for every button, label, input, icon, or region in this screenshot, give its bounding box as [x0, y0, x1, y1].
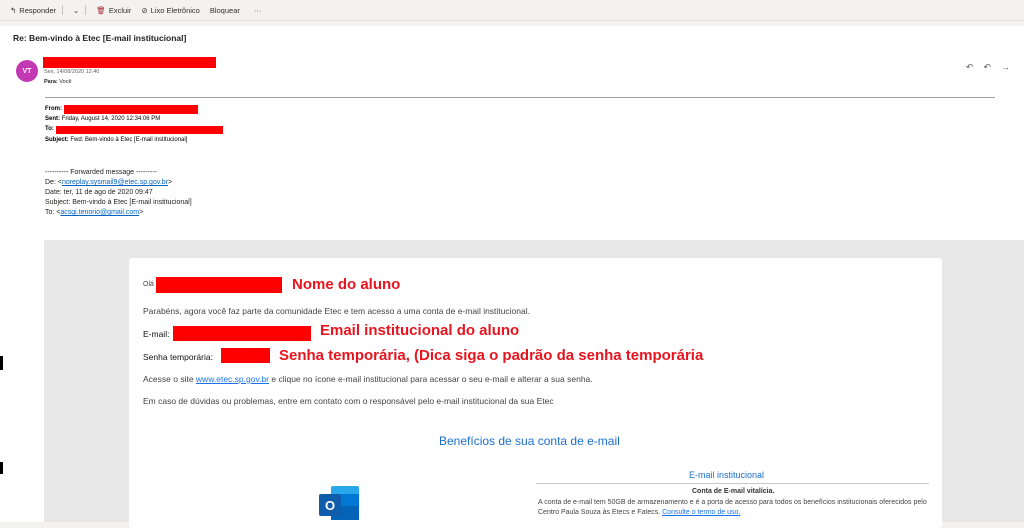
sent-value: Friday, August 14, 2020 12:34:06 PM	[61, 116, 161, 122]
annotation-password: Senha temporária, (Dica siga o padrão da…	[279, 347, 704, 364]
de-label: De: <	[45, 179, 62, 186]
forward-icon[interactable]: →	[1001, 62, 1010, 73]
forwarded-to: To: <acsgi.tenorio@gmail.com>	[45, 208, 192, 218]
greeting: Olá	[143, 281, 154, 288]
edge-mark	[0, 356, 3, 370]
reply-button[interactable]: ↰ Responder	[10, 6, 56, 15]
email-label: E-mail:	[143, 329, 170, 339]
welcome-card: Olá Nome do aluno Parabéns, agora você f…	[129, 258, 942, 528]
email-redacted	[173, 326, 311, 341]
forwarded-date: Date: ter, 11 de ago de 2020 09:47	[45, 189, 153, 196]
access-pre: Acesse o site	[143, 374, 196, 384]
annotation-name: Nome do aluno	[292, 276, 401, 293]
etec-site-link[interactable]: www.etec.sp.gov.br	[196, 374, 269, 384]
recipient-line: Para: Você	[44, 79, 72, 85]
to-label: Para:	[44, 79, 58, 85]
message-actions: ↶ ↶ →	[966, 62, 1010, 73]
inner-sent: Sent: Friday, August 14, 2020 12:34:06 P…	[45, 116, 160, 122]
password-redacted	[221, 348, 270, 363]
more-button[interactable]: ···	[254, 6, 262, 15]
access-text: Acesse o site www.etec.sp.gov.br e cliqu…	[143, 374, 593, 384]
edge-mark	[0, 462, 3, 474]
lifetime-account-text: Conta de E-mail vitalícia.	[692, 488, 775, 495]
junk-label: Lixo Eletrônico	[150, 5, 200, 15]
forwarded-from: De: <noreplay.sysmail9@etec.sp.gov.br>	[45, 178, 192, 188]
junk-button[interactable]: ⊘ Lixo Eletrônico	[141, 6, 200, 15]
to-label: To: <	[45, 209, 61, 216]
congrats-text: Parabéns, agora você faz parte da comuni…	[143, 306, 530, 316]
institutional-email-title: E-mail institucional	[689, 470, 765, 480]
divider	[45, 97, 995, 98]
inner-subject: Subject: Fwd: Bem-vindo à Etec [E-mail i…	[45, 137, 187, 143]
inner-from: From:	[45, 106, 62, 112]
benefits-title: Benefícios de sua conta de e-mail	[439, 434, 620, 448]
to-redacted	[56, 126, 223, 134]
message-date: Sex, 14/08/2020 12:40	[44, 69, 100, 75]
sent-label: Sent:	[45, 116, 60, 122]
svg-text:O: O	[325, 498, 335, 513]
email-body-background: Olá Nome do aluno Parabéns, agora você f…	[44, 240, 1024, 528]
trash-icon: 🗑	[96, 5, 106, 15]
more-icon: ···	[253, 5, 262, 15]
sender-redacted	[43, 57, 216, 68]
forwarded-subject: Subject: Bem-vindo à Etec [E-mail instit…	[45, 199, 192, 206]
email-subject: Re: Bem-vindo à Etec [E-mail institucion…	[13, 33, 187, 43]
divider	[536, 483, 929, 484]
from-redacted	[64, 105, 198, 114]
reply-icon[interactable]: ↶	[966, 62, 974, 73]
reply-all-icon[interactable]: ↶	[983, 62, 991, 73]
block-icon: ⊘	[141, 5, 148, 15]
subject-value: Fwd: Bem-vindo à Etec [E-mail institucio…	[70, 137, 188, 143]
reply-options-button[interactable]: ⌄	[73, 6, 79, 15]
password-label: Senha temporária:	[143, 352, 213, 362]
reply-icon: ↰	[10, 5, 17, 15]
access-post: e clique no ícone e-mail institucional p…	[269, 374, 593, 384]
terms-link[interactable]: Consulte o termo de uso.	[662, 509, 740, 516]
name-redacted	[156, 277, 282, 293]
recipient-email-link[interactable]: acsgi.tenorio@gmail.com	[60, 209, 139, 216]
bracket: >	[139, 209, 144, 216]
from-label: From:	[45, 106, 62, 112]
forwarded-divider: ---------- Forwarded message ---------	[45, 169, 157, 176]
doubts-text: Em caso de dúvidas ou problemas, entre e…	[143, 396, 554, 406]
account-description: A conta de e-mail tem 50GB de armazename…	[538, 498, 938, 518]
bracket: >	[168, 179, 173, 186]
divider	[62, 5, 63, 15]
message-pane: VT Sex, 14/08/2020 12:40 Para: Você ↶ ↶ …	[0, 50, 1024, 528]
annotation-email: Email institucional do aluno	[320, 322, 520, 339]
block-button[interactable]: Bloquear	[210, 6, 240, 15]
block-label: Bloquear	[209, 5, 240, 15]
sender-email-link[interactable]: noreplay.sysmail9@etec.sp.gov.br	[62, 179, 168, 186]
subject-label: Subject:	[45, 137, 69, 143]
forwarded-message: ---------- Forwarded message --------- D…	[45, 168, 192, 218]
divider	[85, 5, 87, 15]
avatar[interactable]: VT	[16, 60, 38, 82]
delete-label: Excluir	[108, 5, 132, 15]
delete-button[interactable]: 🗑 Excluir	[96, 6, 131, 15]
chevron-down-icon: ⌄	[73, 5, 80, 15]
toolbar: ↰ Responder ⌄ 🗑 Excluir ⊘ Lixo Eletrônic…	[0, 0, 1024, 21]
reply-label: Responder	[19, 5, 56, 15]
to-value: Você	[59, 79, 72, 85]
subject-bar: Re: Bem-vindo à Etec [E-mail institucion…	[0, 26, 1024, 51]
inner-to: To:	[45, 126, 54, 132]
to-label: To:	[45, 126, 54, 132]
